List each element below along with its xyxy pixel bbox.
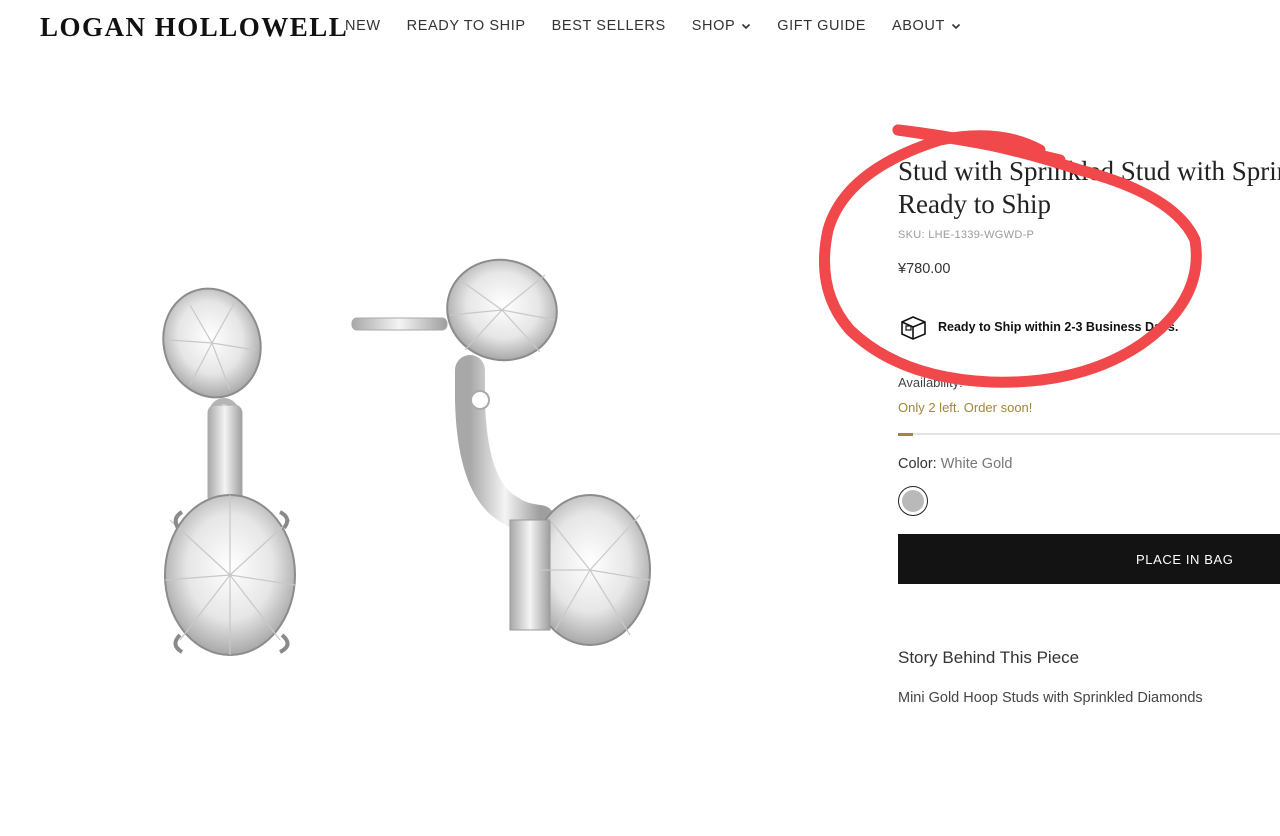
product-title-line1: Stud with Sprinkled Stud with Sprinkled <box>898 156 1280 186</box>
product-title-line2: Ready to Ship <box>898 189 1051 219</box>
site-header: LOGAN HOLLOWELL NEW READY TO SHIP BEST S… <box>0 0 1280 56</box>
chevron-down-icon <box>742 23 751 30</box>
nav-item-new[interactable]: NEW <box>345 18 381 34</box>
color-value: White Gold <box>940 456 1013 472</box>
stock-level-fill <box>898 432 914 436</box>
nav-item-label: GIFT GUIDE <box>777 18 866 34</box>
place-in-bag-button[interactable]: PLACE IN BAG <box>898 534 1280 584</box>
nav-item-label: ABOUT <box>892 18 945 34</box>
shipping-note: Ready to Ship within 2-3 Business Days. <box>898 314 1178 340</box>
color-option-label: Color: White Gold <box>898 456 1012 472</box>
right-earring <box>351 258 651 646</box>
color-swatch-fill <box>902 490 924 512</box>
product-title: Stud with Sprinkled Stud with Sprinkled … <box>898 155 1280 225</box>
story-heading: Story Behind This Piece <box>898 648 1080 667</box>
stock-level-bar <box>898 432 1280 436</box>
color-swatch-white-gold[interactable] <box>898 486 928 516</box>
nav-item-label: BEST SELLERS <box>551 18 666 34</box>
stock-note: Only 2 left. Order soon! <box>898 400 1033 415</box>
nav-item-gift-guide[interactable]: GIFT GUIDE <box>777 18 866 34</box>
nav-item-label: READY TO SHIP <box>406 18 526 34</box>
box-icon <box>901 316 926 340</box>
shipping-text: Ready to Ship within 2-3 Business Days. <box>938 320 1179 334</box>
product-sku: SKU: LHE-1339-WGWD-P <box>898 229 1035 241</box>
left-earring <box>162 287 296 656</box>
nav-item-shop[interactable]: SHOP <box>692 18 752 34</box>
availability-label: Availability: <box>898 375 963 390</box>
color-label: Color: <box>898 456 937 472</box>
product-image[interactable] <box>40 100 760 800</box>
nav-item-about[interactable]: ABOUT <box>892 18 961 34</box>
chevron-down-icon <box>951 23 961 30</box>
nav-item-ready-to-ship[interactable]: READY TO SHIP <box>407 18 526 34</box>
nav-item-label: NEW <box>345 18 381 34</box>
main-nav: NEW READY TO SHIP BEST SELLERS SHOP GIFT… <box>345 18 987 34</box>
story-text: Mini Gold Hoop Studs with Sprinkled Diam… <box>898 690 1203 706</box>
brand-logo[interactable]: LOGAN HOLLOWELL <box>40 12 348 43</box>
nav-item-label: SHOP <box>691 18 736 34</box>
nav-item-best-sellers[interactable]: BEST SELLERS <box>552 18 666 34</box>
product-price: ¥780.00 <box>898 261 951 277</box>
